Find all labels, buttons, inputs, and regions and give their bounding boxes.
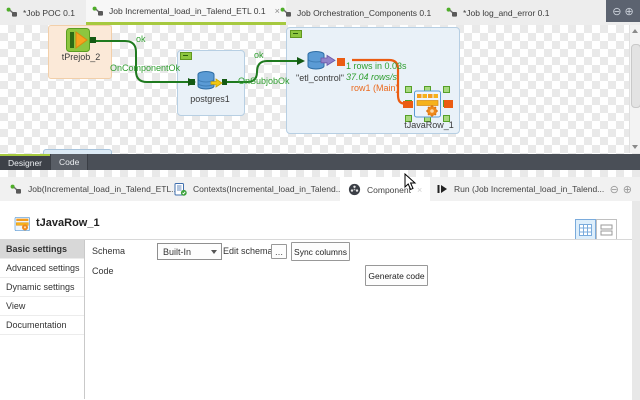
component-label[interactable]: postgres1 (190, 94, 230, 104)
chevron-down-icon (211, 250, 217, 254)
component-tjavarow[interactable] (403, 86, 453, 122)
minimize-view-icon[interactable]: ⊖ (610, 183, 619, 196)
editor-tab-log-and-error[interactable]: *Job log_and_error 0.1 (440, 0, 555, 25)
tab-contexts[interactable]: Contexts(Incremental_load_in_Talend... (166, 177, 351, 201)
arrowhead-icon (297, 57, 305, 65)
sidebar-item-basic-settings[interactable]: Basic settings (0, 240, 84, 259)
link-label[interactable]: row1 (Main) (351, 83, 399, 93)
tab-designer[interactable]: Designer (0, 154, 50, 170)
designer-code-bar: Designer Code (0, 154, 640, 170)
job-design-canvas[interactable]: tPrejob_2 postgres1 "etl_control" (0, 25, 640, 154)
tjavarow-icon (403, 87, 453, 121)
scroll-up-icon[interactable] (632, 29, 638, 33)
close-icon[interactable]: × (417, 185, 422, 195)
tab-run[interactable]: Run (Job Incremental_load_in_Talend... (428, 177, 612, 201)
editor-view-controls: ⊖ ⊕ (606, 0, 640, 22)
link-label[interactable]: OnSubjobOk (238, 76, 290, 86)
tab-label: Designer (8, 158, 42, 168)
sidebar-item-view[interactable]: View (0, 297, 84, 316)
panel-tab-bar: Job(Incremental_load_in_Talend_ETL... Co… (0, 177, 640, 202)
maximize-view-icon[interactable]: ⊕ (623, 183, 632, 196)
job-icon (446, 7, 458, 18)
link-status: ok (254, 50, 264, 60)
tab-label: Contexts(Incremental_load_in_Talend... (193, 184, 343, 194)
tprejob-icon (66, 28, 98, 52)
tab-job[interactable]: Job(Incremental_load_in_Talend_ETL... (2, 177, 186, 201)
link-label[interactable]: OnComponentOk (110, 63, 180, 73)
component-postgres[interactable] (196, 70, 223, 94)
background-gap (0, 170, 640, 177)
sidebar-item-documentation[interactable]: Documentation (0, 316, 84, 335)
table-view-toggle[interactable] (575, 219, 596, 240)
component-label[interactable]: tPrejob_2 (62, 52, 101, 62)
component-label[interactable]: tJavaRow_1 (404, 120, 454, 130)
database-icon (306, 50, 346, 74)
tab-code[interactable]: Code (50, 154, 88, 170)
settings-sidebar: Basic settings Advanced settings Dynamic… (0, 240, 85, 399)
oncomponentok-link[interactable] (96, 41, 188, 82)
tjavarow-icon (14, 216, 32, 232)
editor-tab-label: *Job POC 0.1 (23, 8, 75, 18)
canvas-scrollbar[interactable] (629, 25, 640, 153)
scroll-down-icon[interactable] (632, 145, 638, 149)
edit-schema-label: Edit schema (223, 246, 273, 256)
editor-tab-orchestration[interactable]: Job Orchestration_Components 0.1 (274, 0, 437, 25)
schema-select-value: Built-In (163, 247, 191, 257)
tab-label: Job(Incremental_load_in_Talend_ETL... (28, 184, 178, 194)
run-icon (436, 183, 448, 195)
tab-label: Run (Job Incremental_load_in_Talend... (454, 184, 604, 194)
talend-studio-window: *Job POC 0.1 Job Incremental_load_in_Tal… (0, 0, 640, 400)
scroll-thumb[interactable] (631, 44, 640, 108)
editor-tab-label: Job Incremental_load_in_Talend_ETL 0.1 (109, 6, 266, 16)
divider (0, 239, 640, 240)
component-tprejob[interactable] (66, 28, 98, 52)
job-icon (10, 184, 22, 195)
component-title: tJavaRow_1 (36, 217, 100, 229)
edit-schema-button[interactable]: … (271, 244, 287, 259)
database-icon (196, 70, 223, 94)
generate-code-button[interactable]: Generate code (365, 265, 428, 286)
job-icon (6, 7, 18, 18)
maximize-view-icon[interactable]: ⊕ (625, 5, 634, 18)
job-icon (92, 6, 104, 17)
panel-scroll-track[interactable] (632, 201, 640, 400)
sync-columns-button[interactable]: Sync columns (291, 242, 350, 261)
editor-tab-label: Job Orchestration_Components 0.1 (297, 8, 431, 18)
minimize-view-icon[interactable]: ⊖ (612, 5, 621, 18)
component-etl-control[interactable] (306, 50, 346, 74)
tab-label: Code (59, 157, 79, 167)
component-label[interactable]: "etl_control" (296, 73, 344, 83)
editor-tab-bar: *Job POC 0.1 Job Incremental_load_in_Tal… (0, 0, 640, 26)
contexts-icon (174, 183, 187, 196)
row-rate: 37.04 rows/s (346, 72, 397, 82)
sidebar-item-advanced-settings[interactable]: Advanced settings (0, 259, 84, 278)
sidebar-item-dynamic-settings[interactable]: Dynamic settings (0, 278, 84, 297)
list-view-toggle[interactable] (596, 219, 617, 240)
code-label: Code (92, 266, 114, 276)
editor-tab-label: *Job log_and_error 0.1 (463, 8, 549, 18)
editor-tab-incremental-load[interactable]: Job Incremental_load_in_Talend_ETL 0.1 × (86, 0, 286, 25)
panel-view-controls: ⊖ ⊕ (610, 177, 632, 201)
job-icon (280, 7, 292, 18)
link-status: ok (136, 34, 146, 44)
component-icon (348, 183, 361, 196)
schema-label: Schema (92, 246, 125, 256)
row-stats: 1 rows in 0.03s (346, 61, 407, 71)
mouse-cursor (404, 173, 417, 192)
editor-tab-job-poc[interactable]: *Job POC 0.1 (0, 0, 81, 25)
component-settings-panel: tJavaRow_1 Basic settings Advanced setti… (0, 201, 640, 400)
schema-select[interactable]: Built-In (157, 243, 222, 260)
